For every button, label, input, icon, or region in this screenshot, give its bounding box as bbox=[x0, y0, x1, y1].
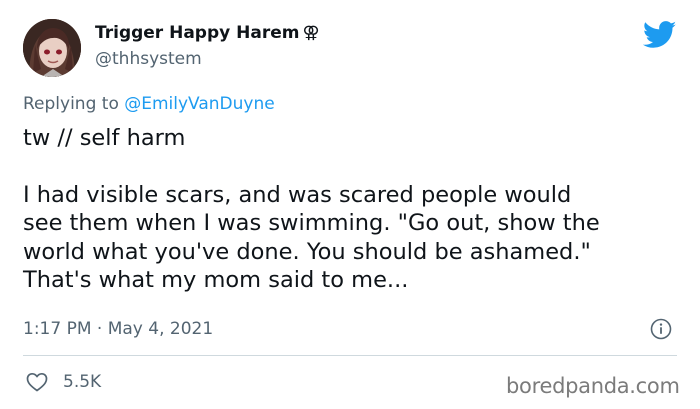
reply-context: Replying to @EmilyVanDuyne bbox=[23, 92, 275, 116]
heart-icon[interactable] bbox=[25, 370, 49, 394]
tweet-card: Trigger Happy Harem ⚢ @thhsystem Replying… bbox=[0, 0, 700, 409]
tweet-body: tw // self harm I had visible scars, and… bbox=[23, 124, 688, 295]
display-name-symbol: ⚢ bbox=[302, 23, 320, 43]
watermark: boredpanda.com bbox=[506, 374, 680, 398]
tweet-paragraph: I had visible scars, and was scared peop… bbox=[23, 181, 600, 294]
twitter-bird-icon[interactable] bbox=[643, 21, 677, 49]
info-icon[interactable] bbox=[650, 318, 672, 340]
tweet-timestamp[interactable]: 1:17 PM · May 4, 2021 bbox=[23, 318, 213, 340]
user-handle[interactable]: @thhsystem bbox=[95, 48, 202, 70]
display-name-text: Trigger Happy Harem bbox=[95, 23, 300, 43]
display-name[interactable]: Trigger Happy Harem ⚢ bbox=[95, 22, 320, 44]
reply-prefix: Replying to bbox=[23, 94, 119, 114]
tweet-paragraph: tw // self harm bbox=[23, 125, 186, 151]
avatar-image bbox=[23, 19, 81, 77]
reply-mention-link[interactable]: @EmilyVanDuyne bbox=[124, 94, 274, 114]
avatar[interactable] bbox=[23, 19, 81, 77]
like-count: 5.5K bbox=[63, 372, 102, 392]
divider bbox=[23, 355, 677, 356]
